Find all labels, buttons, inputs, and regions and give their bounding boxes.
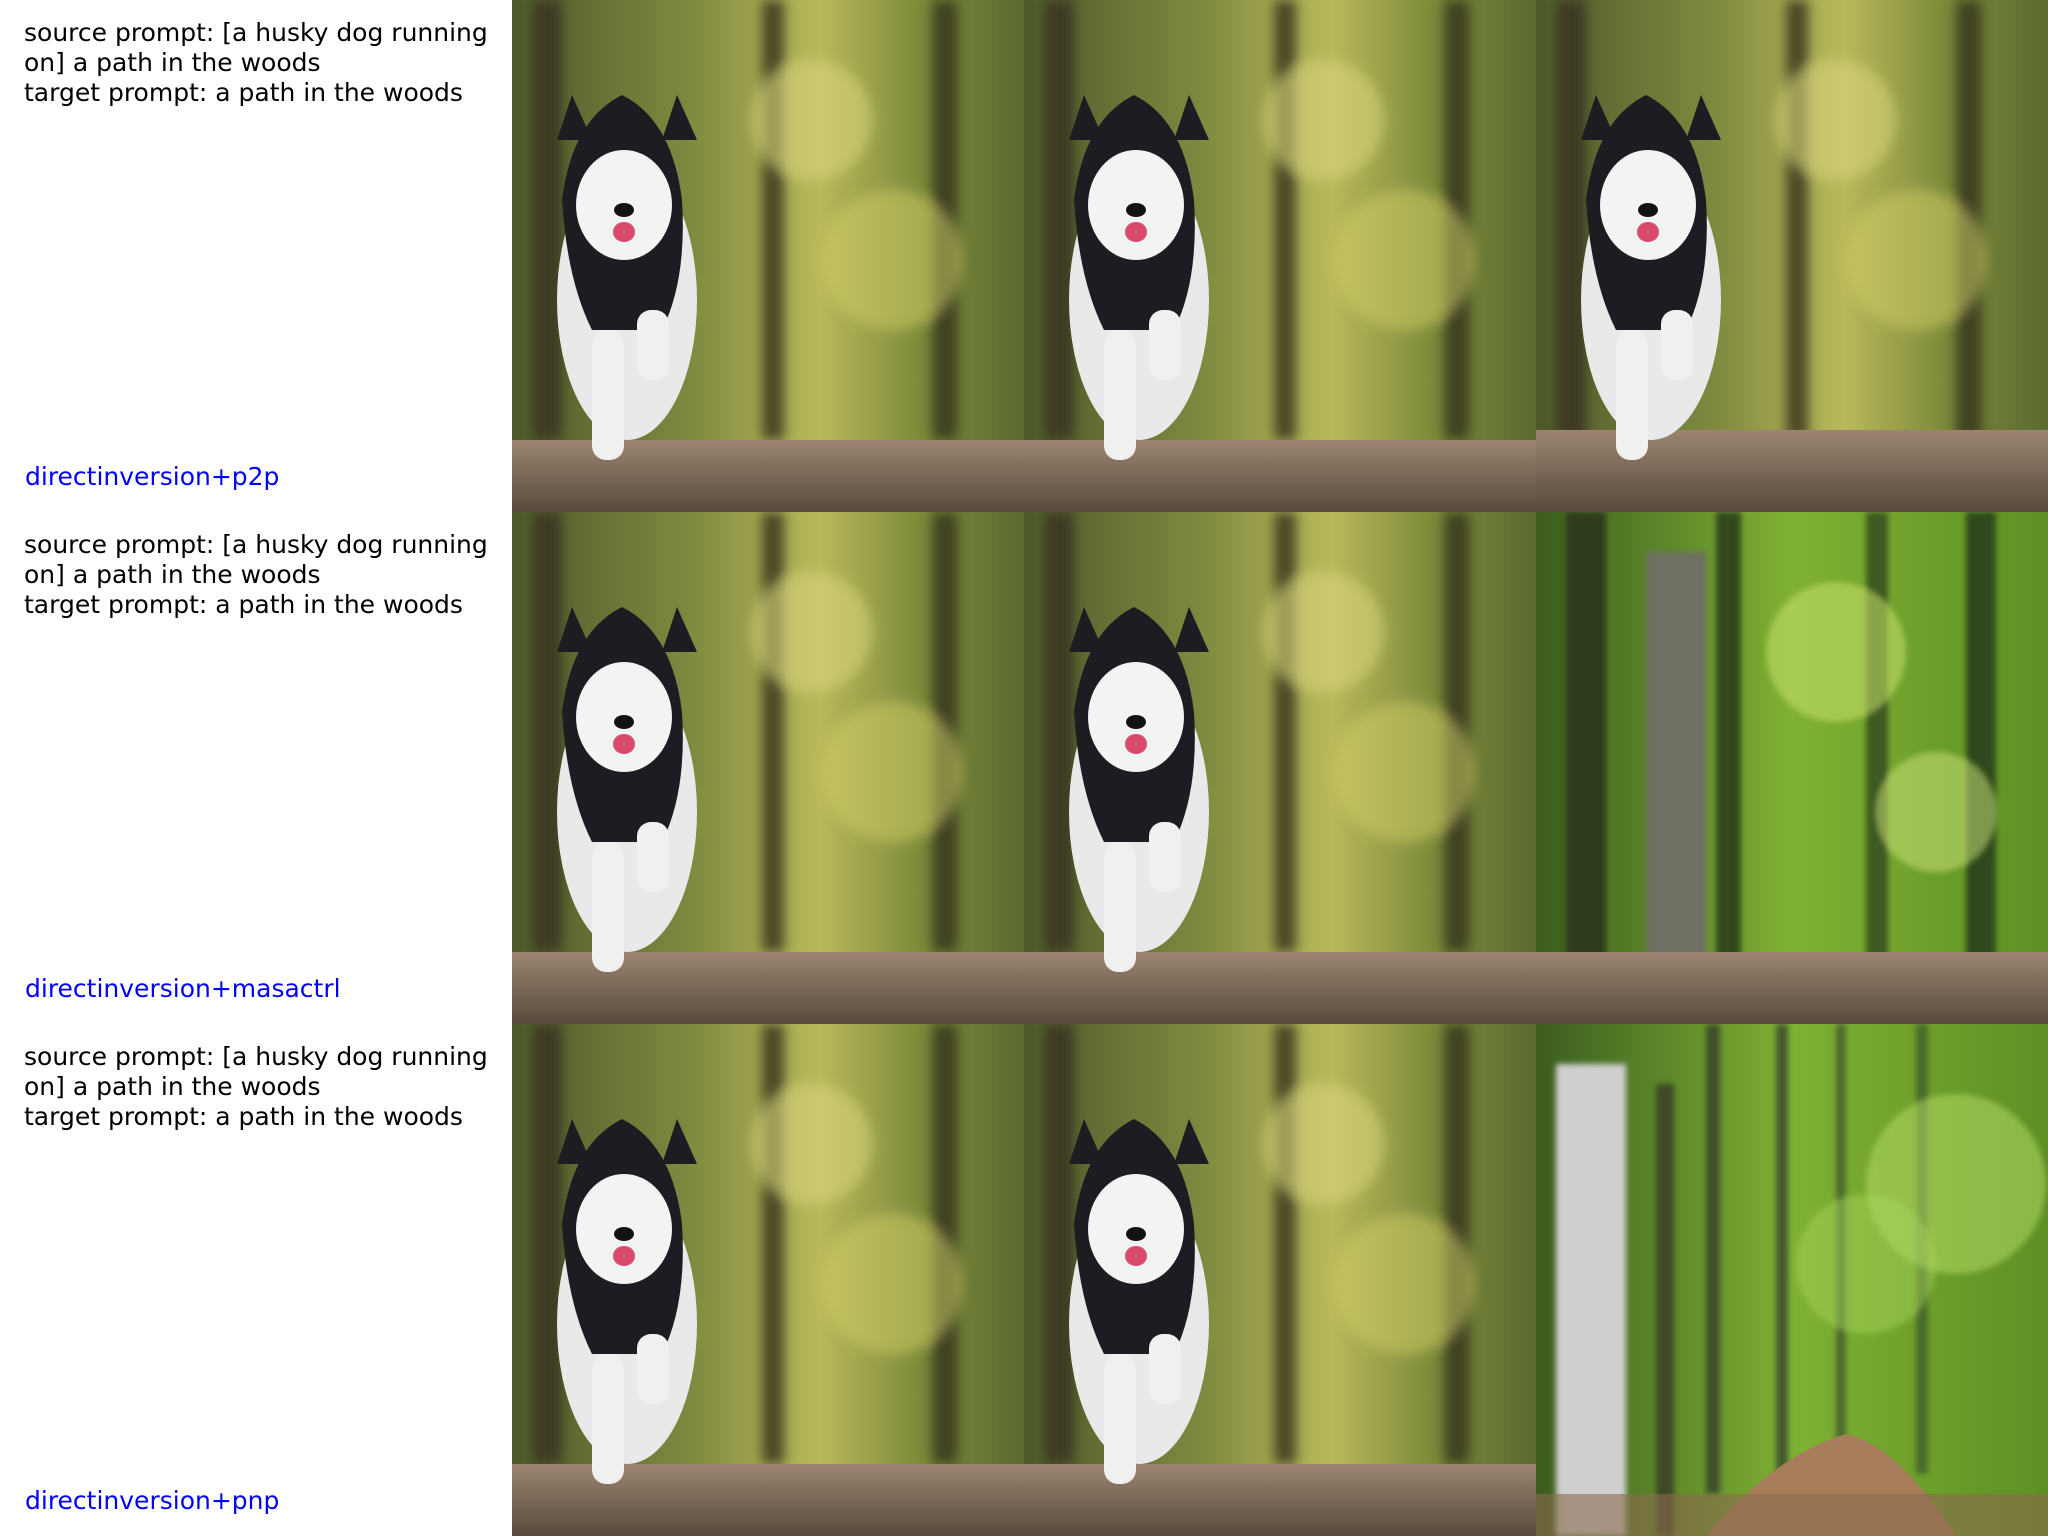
- woods-ghost-photo: [1536, 512, 2048, 1024]
- prompt-panel: source prompt: [a husky dog running on] …: [0, 512, 512, 1024]
- source-prompt: source prompt: [a husky dog running on] …: [24, 530, 488, 589]
- comparison-row: source prompt: [a husky dog running on] …: [0, 512, 2048, 1024]
- prompt-panel: source prompt: [a husky dog running on] …: [0, 1024, 512, 1536]
- edited-image: [1536, 512, 2048, 1024]
- comparison-row: source prompt: [a husky dog running on] …: [0, 1024, 2048, 1536]
- source-prompt: source prompt: [a husky dog running on] …: [24, 1042, 488, 1101]
- prompt-panel: source prompt: [a husky dog running on] …: [0, 0, 512, 512]
- source-prompt: source prompt: [a husky dog running on] …: [24, 18, 488, 77]
- source-image: [512, 1024, 1024, 1536]
- method-label: directinversion+pnp: [25, 1486, 280, 1515]
- prompt-text: source prompt: [a husky dog running on] …: [24, 18, 494, 108]
- prompt-text: source prompt: [a husky dog running on] …: [24, 530, 494, 620]
- husky-reconstruction-photo: [1024, 512, 1536, 1024]
- husky-reconstruction-photo: [1024, 0, 1536, 512]
- reconstruction-image: [1024, 512, 1536, 1024]
- comparison-row: source prompt: [a husky dog running on] …: [0, 0, 2048, 512]
- reconstruction-image: [1024, 0, 1536, 512]
- woods-path-photo: [1536, 1024, 2048, 1536]
- target-prompt: target prompt: a path in the woods: [24, 1102, 463, 1131]
- husky-source-photo: [512, 512, 1024, 1024]
- husky-source-photo: [512, 0, 1024, 512]
- edited-image: [1536, 0, 2048, 512]
- edited-image: [1536, 1024, 2048, 1536]
- method-label: directinversion+masactrl: [25, 974, 341, 1003]
- reconstruction-image: [1024, 1024, 1536, 1536]
- target-prompt: target prompt: a path in the woods: [24, 590, 463, 619]
- husky-edited-photo: [1536, 0, 2048, 512]
- prompt-text: source prompt: [a husky dog running on] …: [24, 1042, 494, 1132]
- source-image: [512, 512, 1024, 1024]
- target-prompt: target prompt: a path in the woods: [24, 78, 463, 107]
- husky-source-photo: [512, 1024, 1024, 1536]
- method-label: directinversion+p2p: [25, 462, 280, 491]
- husky-reconstruction-photo: [1024, 1024, 1536, 1536]
- source-image: [512, 0, 1024, 512]
